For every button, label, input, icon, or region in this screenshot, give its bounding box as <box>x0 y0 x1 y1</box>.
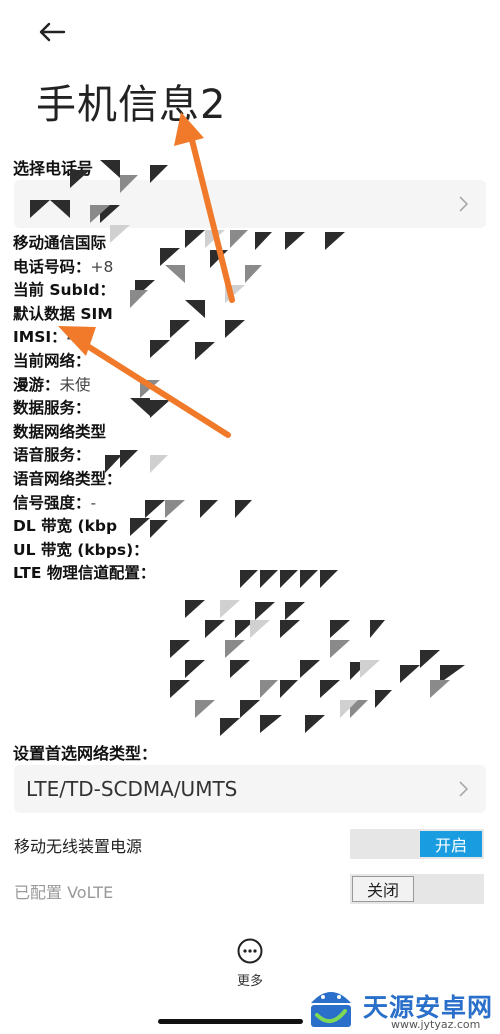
info-row-signal-strength: 信号强度：- <box>13 492 155 516</box>
info-value: +8 <box>90 257 114 276</box>
chevron-right-icon <box>459 196 469 212</box>
more-button[interactable]: 更多 <box>225 938 275 994</box>
info-label: 移动通信国际 <box>13 234 107 252</box>
info-label: IMSI： <box>13 328 67 347</box>
volte-state: 关闭 <box>352 876 414 902</box>
info-label: 语音服务： <box>13 446 91 465</box>
radio-power-toggle[interactable]: 开启 <box>350 829 484 859</box>
phone-select-dropdown[interactable] <box>14 180 486 228</box>
network-type-value: LTE/TD-SCDMA/UMTS <box>26 777 238 801</box>
chevron-right-icon <box>459 781 469 797</box>
phone-info-list: 移动通信国际 电话号码：+8 当前 SubId： 默认数据 SIM IMSI：4… <box>13 232 155 586</box>
info-label: UL 带宽 (kbps)： <box>13 540 149 559</box>
info-row-current-network: 当前网络： <box>13 350 155 374</box>
back-button[interactable] <box>32 12 72 52</box>
watermark-url: www.jytyaz.com <box>391 1018 481 1031</box>
info-label: 当前 SubId： <box>13 281 116 300</box>
info-value: 未使 <box>59 375 91 394</box>
info-row-voice-service: 语音服务： <box>13 444 155 468</box>
info-row-data-service: 数据服务： <box>13 397 155 421</box>
network-type-label: 设置首选网络类型： <box>13 744 158 763</box>
info-row-voice-network-type: 语音网络类型： <box>13 468 155 492</box>
info-row-roaming: 漫游：未使 <box>13 374 155 398</box>
info-label: 语音网络类型： <box>13 469 122 488</box>
info-row-ul-bandwidth: UL 带宽 (kbps)： <box>13 539 155 563</box>
info-label: DL 带宽 (kbp <box>13 517 118 536</box>
page-title: 手机信息2 <box>36 82 227 128</box>
info-row-default-data-sim: 默认数据 SIM <box>13 303 155 327</box>
volte-toggle[interactable]: 关闭 <box>350 874 484 904</box>
info-value: 4 <box>66 328 77 347</box>
arrow-left-icon <box>39 22 66 42</box>
android-logo-icon <box>311 992 351 1027</box>
more-label: 更多 <box>236 974 263 989</box>
info-label: 当前网络： <box>13 351 91 370</box>
home-indicator[interactable] <box>158 1019 303 1024</box>
info-label: 默认数据 SIM <box>13 304 113 323</box>
info-label: 漫游： <box>13 375 60 394</box>
more-horizontal-icon <box>237 938 263 964</box>
info-label: 数据网络类型 <box>13 422 107 441</box>
network-type-dropdown[interactable]: LTE/TD-SCDMA/UMTS <box>14 765 486 813</box>
info-label: LTE 物理信道配置： <box>13 564 156 583</box>
info-label: 电话号码： <box>13 257 91 276</box>
info-row-dl-bandwidth: DL 带宽 (kbp <box>13 515 155 539</box>
watermark: 天源安卓网 www.jytyaz.com <box>305 985 495 1033</box>
info-row-data-network-type: 数据网络类型 <box>13 421 155 445</box>
info-label: 信号强度： <box>13 493 91 512</box>
info-label: 数据服务： <box>13 399 91 418</box>
radio-power-state: 开启 <box>420 831 482 857</box>
info-row-imei: 移动通信国际 <box>13 232 155 256</box>
radio-power-label: 移动无线装置电源 <box>14 837 143 856</box>
phone-select-label: 选择电话号 <box>13 159 94 178</box>
volte-label: 已配置 VoLTE <box>14 883 114 902</box>
info-row-phone-number: 电话号码：+8 <box>13 256 155 280</box>
info-row-imsi: IMSI：4 <box>13 326 155 350</box>
info-row-lte-physical-channel: LTE 物理信道配置： <box>13 562 155 586</box>
info-value: - <box>90 493 97 512</box>
info-row-subid: 当前 SubId： <box>13 279 155 303</box>
